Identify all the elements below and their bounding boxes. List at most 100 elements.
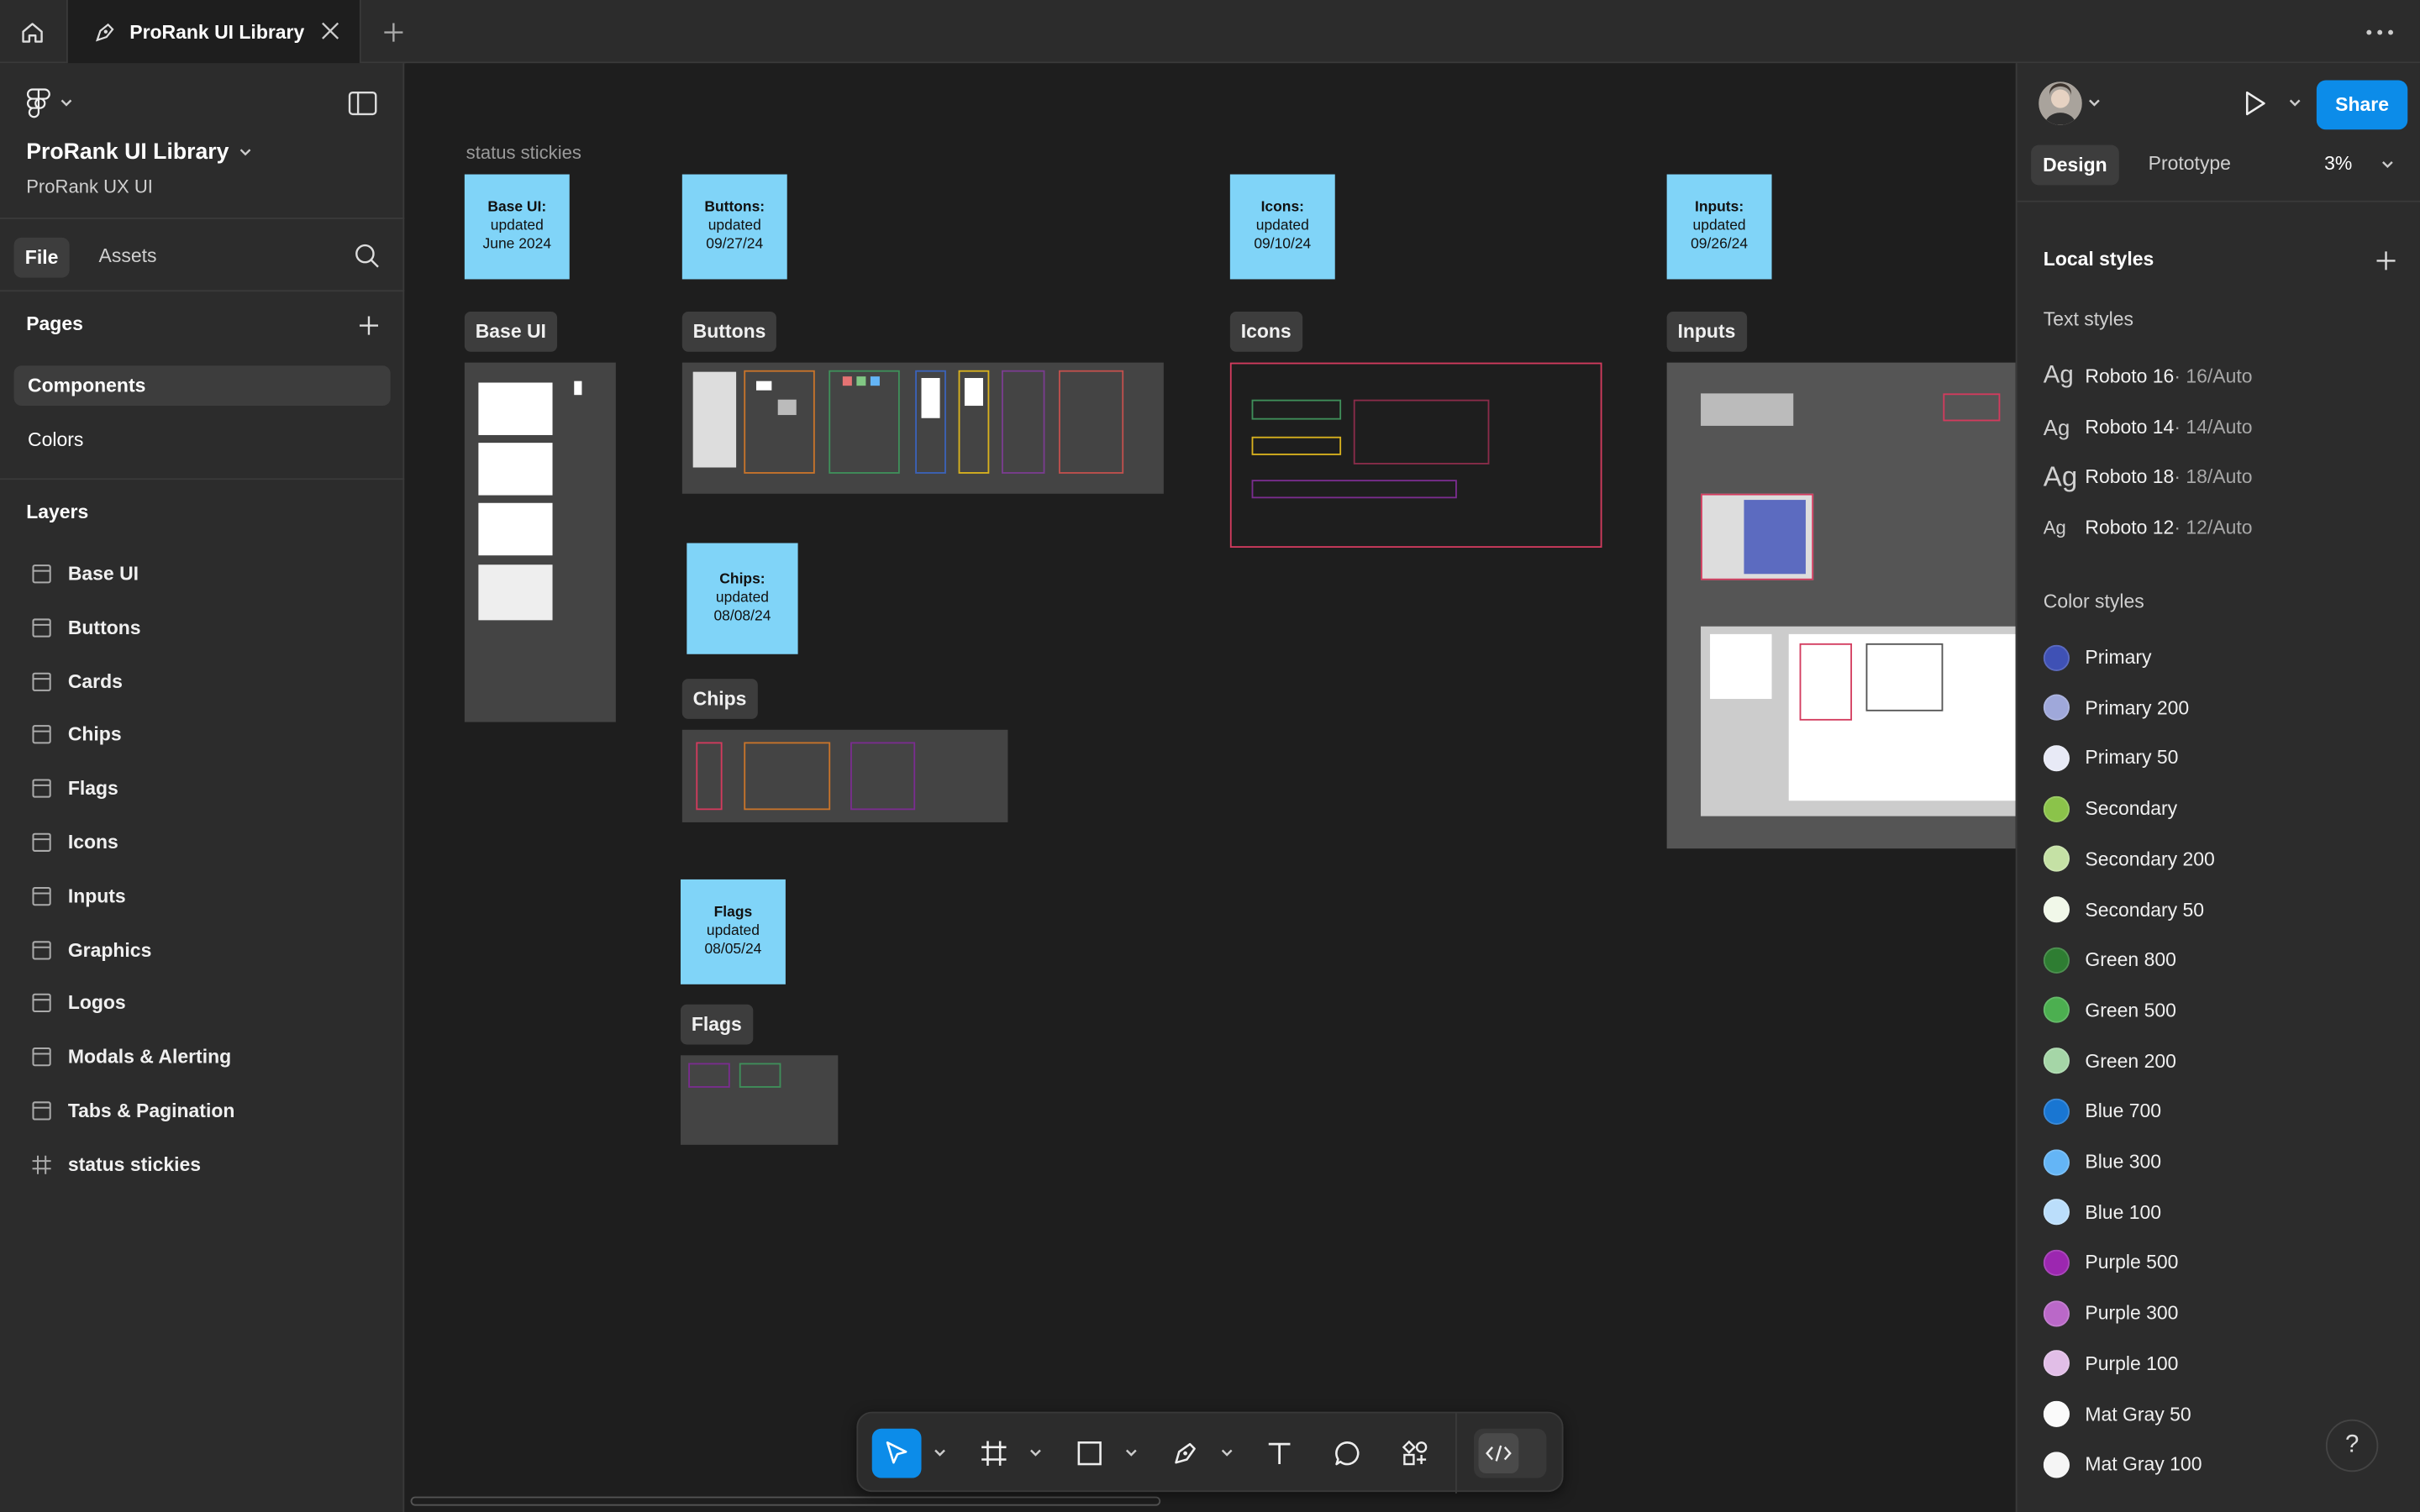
section-label-buttons[interactable]: Buttons xyxy=(681,312,777,352)
avatar[interactable] xyxy=(2039,81,2082,125)
color-style-item[interactable]: Blue 700 xyxy=(2043,1096,2161,1127)
section-flags[interactable] xyxy=(680,1055,839,1145)
tab-assets[interactable]: Assets xyxy=(99,245,157,267)
close-tab-icon[interactable] xyxy=(319,20,341,42)
layer-item[interactable]: Icons xyxy=(0,819,404,865)
section-base-ui[interactable] xyxy=(464,362,616,722)
text-tool-button[interactable] xyxy=(1255,1429,1304,1478)
help-button[interactable]: ? xyxy=(2325,1419,2379,1473)
layer-item[interactable]: Chips xyxy=(0,711,404,758)
color-style-item[interactable]: Mat Gray 100 xyxy=(2043,1449,2202,1480)
page-item-components[interactable]: Components xyxy=(13,365,391,407)
add-style-icon[interactable] xyxy=(2372,247,2400,275)
chevron-down-icon[interactable] xyxy=(1123,1447,1139,1460)
color-style-item[interactable]: Blue 100 xyxy=(2043,1197,2161,1228)
text-style-item[interactable]: Ag Roboto 16 · 16/Auto xyxy=(2044,361,2253,392)
move-tool-button[interactable] xyxy=(871,1428,922,1478)
toggle-sidebar-icon[interactable] xyxy=(347,90,378,118)
page-label: Components xyxy=(28,375,146,397)
layer-item[interactable]: Buttons xyxy=(0,605,404,651)
color-style-item[interactable]: Purple 300 xyxy=(2043,1298,2178,1329)
color-style-item[interactable]: Secondary 200 xyxy=(2043,843,2215,874)
section-icons[interactable] xyxy=(1229,362,1602,549)
zoom-level[interactable]: 3% xyxy=(2324,153,2352,175)
section-inputs[interactable] xyxy=(1666,362,2016,849)
color-style-item[interactable]: Primary 200 xyxy=(2043,692,2189,723)
chevron-down-icon[interactable] xyxy=(932,1447,947,1460)
section-label-status-stickies[interactable]: status stickies xyxy=(466,142,581,164)
chevron-down-icon[interactable] xyxy=(1028,1447,1043,1460)
layer-item[interactable]: status stickies xyxy=(0,1142,404,1188)
divider xyxy=(0,478,405,480)
text-style-name: Roboto 14 xyxy=(2085,416,2175,438)
home-icon[interactable] xyxy=(0,0,65,63)
chevron-down-icon[interactable] xyxy=(2086,97,2102,110)
layer-item[interactable]: Cards xyxy=(0,659,404,705)
color-style-item[interactable]: Green 200 xyxy=(2043,1046,2176,1077)
tab-prototype[interactable]: Prototype xyxy=(2149,153,2231,175)
section-label-base-ui[interactable]: Base UI xyxy=(464,312,557,352)
main-menu[interactable] xyxy=(24,88,74,119)
canvas[interactable]: status stickies Base UI: updated June 20… xyxy=(406,63,2016,1512)
color-style-item[interactable]: Purple 100 xyxy=(2043,1348,2178,1379)
chevron-down-icon[interactable] xyxy=(1219,1447,1234,1460)
text-style-item[interactable]: Ag Roboto 14 · 14/Auto xyxy=(2044,412,2253,443)
layer-item[interactable]: Logos xyxy=(0,980,404,1026)
actions-tool-button[interactable] xyxy=(1391,1429,1440,1478)
rectangle-tool-button[interactable] xyxy=(1065,1429,1114,1478)
present-play-icon[interactable] xyxy=(2239,88,2270,119)
dev-mode-toggle[interactable] xyxy=(1474,1428,1547,1478)
layer-item[interactable]: Inputs xyxy=(0,873,404,919)
color-style-item[interactable]: Green 500 xyxy=(2043,995,2176,1026)
pen-tool-button[interactable] xyxy=(1160,1429,1210,1478)
color-style-item[interactable]: Green 800 xyxy=(2043,944,2176,975)
sticky-title: Buttons: xyxy=(704,199,765,217)
sticky-note-icons[interactable]: Icons: updated 09/10/24 xyxy=(1229,174,1335,280)
color-style-item[interactable]: Primary 50 xyxy=(2043,743,2178,774)
layer-item[interactable]: Base UI xyxy=(0,551,404,597)
section-label-flags[interactable]: Flags xyxy=(680,1004,753,1045)
more-options-icon[interactable] xyxy=(2361,18,2398,46)
color-style-item[interactable]: Secondary 50 xyxy=(2043,894,2204,925)
page-item-colors[interactable]: Colors xyxy=(14,420,391,460)
file-tab[interactable]: ProRank UI Library xyxy=(66,0,361,64)
sticky-note-flags[interactable]: Flags updated 08/05/24 xyxy=(680,879,786,984)
layer-item[interactable]: Flags xyxy=(0,765,404,811)
color-swatch xyxy=(2043,1199,2070,1226)
color-style-item[interactable]: Mat Gray 50 xyxy=(2043,1399,2191,1430)
color-style-item[interactable]: Primary xyxy=(2043,642,2151,673)
section-label-chips[interactable]: Chips xyxy=(681,679,758,719)
layer-item[interactable]: Tabs & Pagination xyxy=(0,1088,404,1134)
section-label-inputs[interactable]: Inputs xyxy=(1666,312,1747,352)
sticky-note-buttons[interactable]: Buttons: updated 09/27/24 xyxy=(681,174,787,280)
tab-file[interactable]: File xyxy=(13,237,70,278)
tab-design[interactable]: Design xyxy=(2031,144,2119,186)
chevron-down-icon[interactable] xyxy=(2380,159,2395,171)
color-style-item[interactable]: Purple 500 xyxy=(2043,1247,2178,1278)
text-style-item[interactable]: Ag Roboto 12 · 12/Auto xyxy=(2044,512,2253,543)
share-button[interactable]: Share xyxy=(2316,80,2408,130)
add-page-icon[interactable] xyxy=(355,312,382,339)
section-chips[interactable] xyxy=(681,729,1008,822)
top-tab-bar: ProRank UI Library xyxy=(0,0,2420,64)
sticky-note-inputs[interactable]: Inputs: updated 09/26/24 xyxy=(1666,174,1772,280)
sticky-note-base-ui[interactable]: Base UI: updated June 2024 xyxy=(464,174,570,280)
chevron-down-icon[interactable] xyxy=(2287,97,2302,110)
frame-tool-button[interactable] xyxy=(969,1429,1018,1478)
sticky-note-chips[interactable]: Chips: updated 08/08/24 xyxy=(687,543,798,654)
section-label-icons[interactable]: Icons xyxy=(1229,312,1302,352)
project-name[interactable]: ProRank UX UI xyxy=(26,176,153,197)
layer-item[interactable]: Graphics xyxy=(0,927,404,973)
color-swatch xyxy=(2043,744,2070,772)
new-tab-icon[interactable] xyxy=(378,17,409,48)
comment-tool-button[interactable] xyxy=(1323,1429,1372,1478)
file-name[interactable]: ProRank UI Library xyxy=(26,140,254,165)
section-buttons[interactable] xyxy=(681,362,1164,494)
color-style-item[interactable]: Blue 300 xyxy=(2043,1147,2161,1178)
search-icon[interactable] xyxy=(354,242,381,270)
frame-thumbnail xyxy=(856,376,866,386)
text-style-item[interactable]: Ag Roboto 18 · 18/Auto xyxy=(2044,460,2253,492)
color-style-item[interactable]: Secondary xyxy=(2043,793,2177,824)
layer-item[interactable]: Modals & Alerting xyxy=(0,1034,404,1080)
horizontal-scrollbar[interactable] xyxy=(410,1496,1161,1506)
